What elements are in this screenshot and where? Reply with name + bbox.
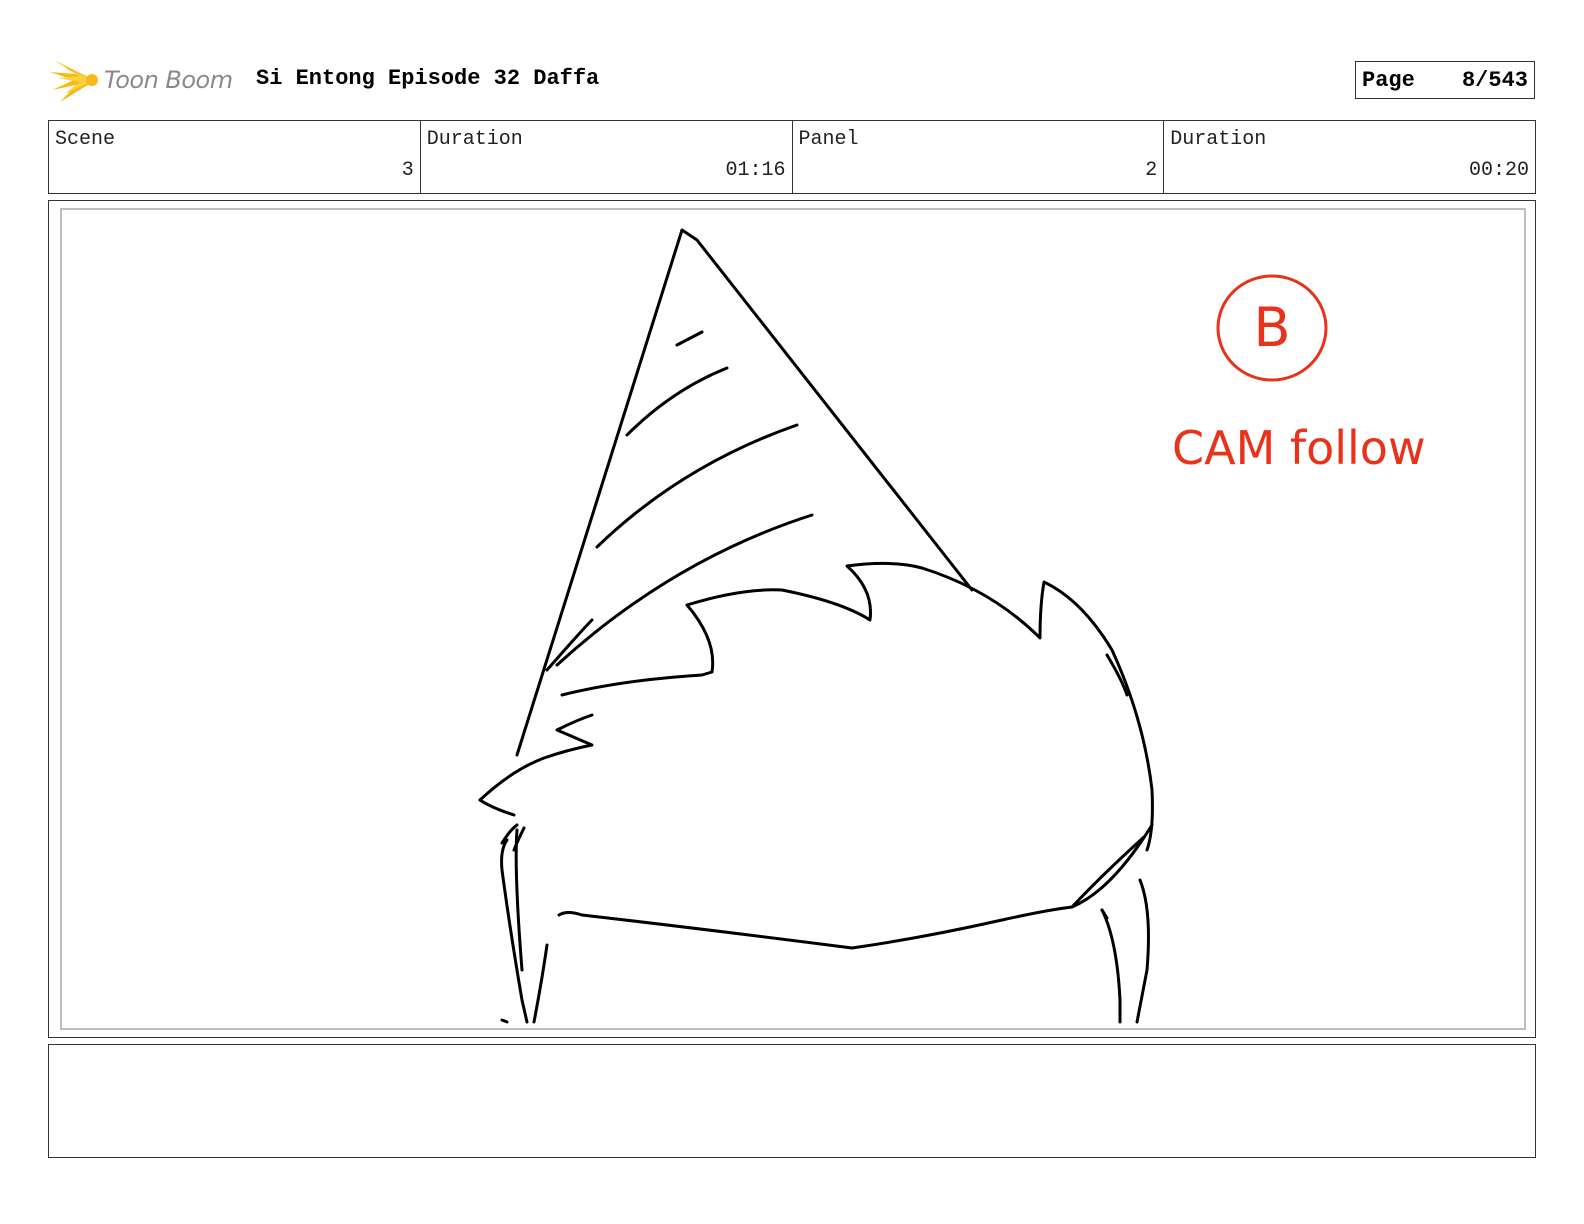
scene-value: 3: [401, 159, 414, 182]
burst-icon: [50, 60, 98, 102]
logo-text: Toon Boom: [104, 66, 233, 94]
page-label: Page: [1362, 68, 1415, 93]
scene-cell: Scene 3: [49, 121, 421, 193]
panel-cell: Panel 2: [793, 121, 1165, 193]
scene-duration-value: 01:16: [725, 159, 786, 182]
panel-value: 2: [1145, 159, 1158, 182]
panel-info-table: Scene 3 Duration 01:16 Panel 2 Duration …: [48, 120, 1536, 194]
scene-duration-cell: Duration 01:16: [421, 121, 793, 193]
scene-label: Scene: [55, 128, 116, 151]
toon-boom-logo: Toon Boom: [50, 52, 240, 108]
panel-duration-cell: Duration 00:20: [1164, 121, 1535, 193]
page-value: 8/543: [1461, 68, 1528, 93]
panel-label: Panel: [798, 128, 859, 151]
panel-image: B CAM follow: [60, 208, 1526, 1030]
panel-notes[interactable]: [48, 1044, 1536, 1158]
project-title: Si Entong Episode 32 Daffa: [256, 66, 600, 91]
panel-duration-value: 00:20: [1468, 159, 1529, 182]
panel-duration-label: Duration: [1170, 128, 1267, 151]
page-indicator: Page 8/543: [1355, 61, 1535, 99]
annotation-mark: B: [1253, 296, 1290, 359]
annotation-text: CAM follow: [1172, 421, 1426, 475]
character-sketch: [478, 228, 1154, 1024]
scene-duration-label: Duration: [426, 128, 523, 151]
